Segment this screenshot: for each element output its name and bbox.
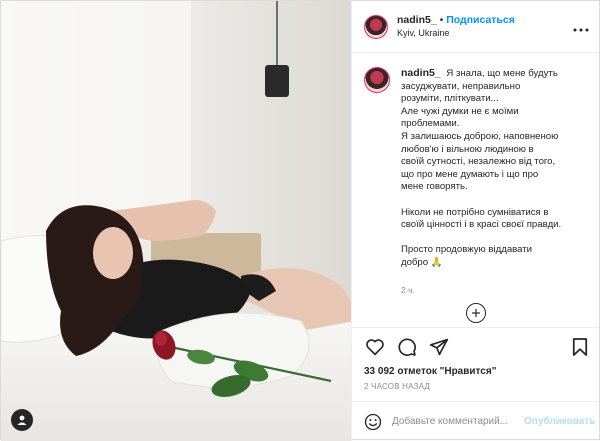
comment-icon	[398, 337, 416, 356]
caption-line: своїй цінності і в красі своєї правди.	[401, 219, 562, 231]
author-info: nadin5_ • Подписаться Kyiv, Ukraine	[397, 14, 571, 40]
comment-input[interactable]	[392, 416, 524, 427]
caption-gap	[401, 194, 581, 207]
share-icon	[429, 338, 449, 355]
caption-line: проблемами.	[401, 118, 460, 130]
caption-gap	[401, 232, 581, 245]
author-username[interactable]: nadin5_	[397, 14, 437, 26]
caption-body: nadin5_ Я знала, що мене будуть засуджув…	[401, 67, 581, 296]
caption-time[interactable]: 2 ч.	[401, 284, 581, 297]
emoji-button[interactable]	[364, 412, 382, 432]
post-header: nadin5_ • Подписаться Kyiv, Ukraine	[352, 1, 599, 53]
save-button[interactable]	[569, 336, 591, 358]
instagram-post: nadin5_ • Подписаться Kyiv, Ukraine nadin5…	[0, 0, 600, 441]
post-photo[interactable]	[1, 1, 352, 441]
more-horizontal-icon	[573, 28, 589, 31]
caption-line: Ніколи не потрібно сумніватися в	[401, 206, 549, 218]
caption-line: Я залишаюсь доброю, наповненою	[401, 130, 559, 142]
more-options-icon[interactable]	[571, 19, 589, 35]
action-bar	[352, 327, 599, 365]
caption-username[interactable]: nadin5_	[401, 67, 441, 79]
publish-button[interactable]: Опубликовать	[524, 416, 595, 427]
follow-button[interactable]: Подписаться	[446, 14, 515, 26]
like-button[interactable]	[364, 336, 386, 358]
emoji-icon	[364, 413, 382, 430]
photo-scene	[1, 1, 351, 441]
caption-line: своїй сутності, незалежно від того,	[401, 156, 556, 168]
person-icon	[17, 415, 27, 425]
caption-line: Я знала, що мене будуть	[446, 68, 558, 79]
caption-line: добро 🙏	[401, 256, 443, 268]
heart-icon	[366, 338, 384, 355]
author-avatar[interactable]	[364, 14, 388, 39]
comments-area: nadin5_ Я знала, що мене будуть засуджув…	[352, 53, 599, 327]
share-button[interactable]	[428, 336, 450, 358]
caption-line: засуджувати, неправильно	[401, 80, 521, 92]
caption-line: любов'ю і вільною людиною в	[401, 143, 534, 155]
post-sidebar: nadin5_ • Подписаться Kyiv, Ukraine nadin5…	[352, 1, 599, 441]
posted-time[interactable]: 2 ЧАСОВ НАЗАД	[352, 379, 599, 401]
bookmark-icon	[572, 337, 588, 356]
likes-count[interactable]: 33 092 отметок "Нравится"	[352, 365, 599, 379]
separator-dot: •	[439, 14, 444, 26]
caption-line: що про мене думають і що про	[401, 168, 539, 180]
caption-avatar[interactable]	[364, 67, 390, 93]
caption-line: розуміти, пліткувати...	[401, 93, 499, 105]
load-more-comments-button[interactable]	[465, 303, 486, 323]
add-comment-bar: Опубликовать	[352, 401, 599, 441]
caption-line: Просто продовжую віддавати	[401, 244, 533, 256]
post-caption: nadin5_ Я знала, що мене будуть засуджув…	[364, 67, 587, 296]
caption-line: мене говорять.	[401, 181, 468, 193]
plus-icon	[471, 309, 480, 317]
post-location[interactable]: Kyiv, Ukraine	[397, 27, 571, 40]
caption-line: Але чужі думки не є моїми	[401, 105, 519, 117]
user-tag-icon[interactable]	[11, 409, 33, 431]
comment-button[interactable]	[396, 336, 418, 358]
